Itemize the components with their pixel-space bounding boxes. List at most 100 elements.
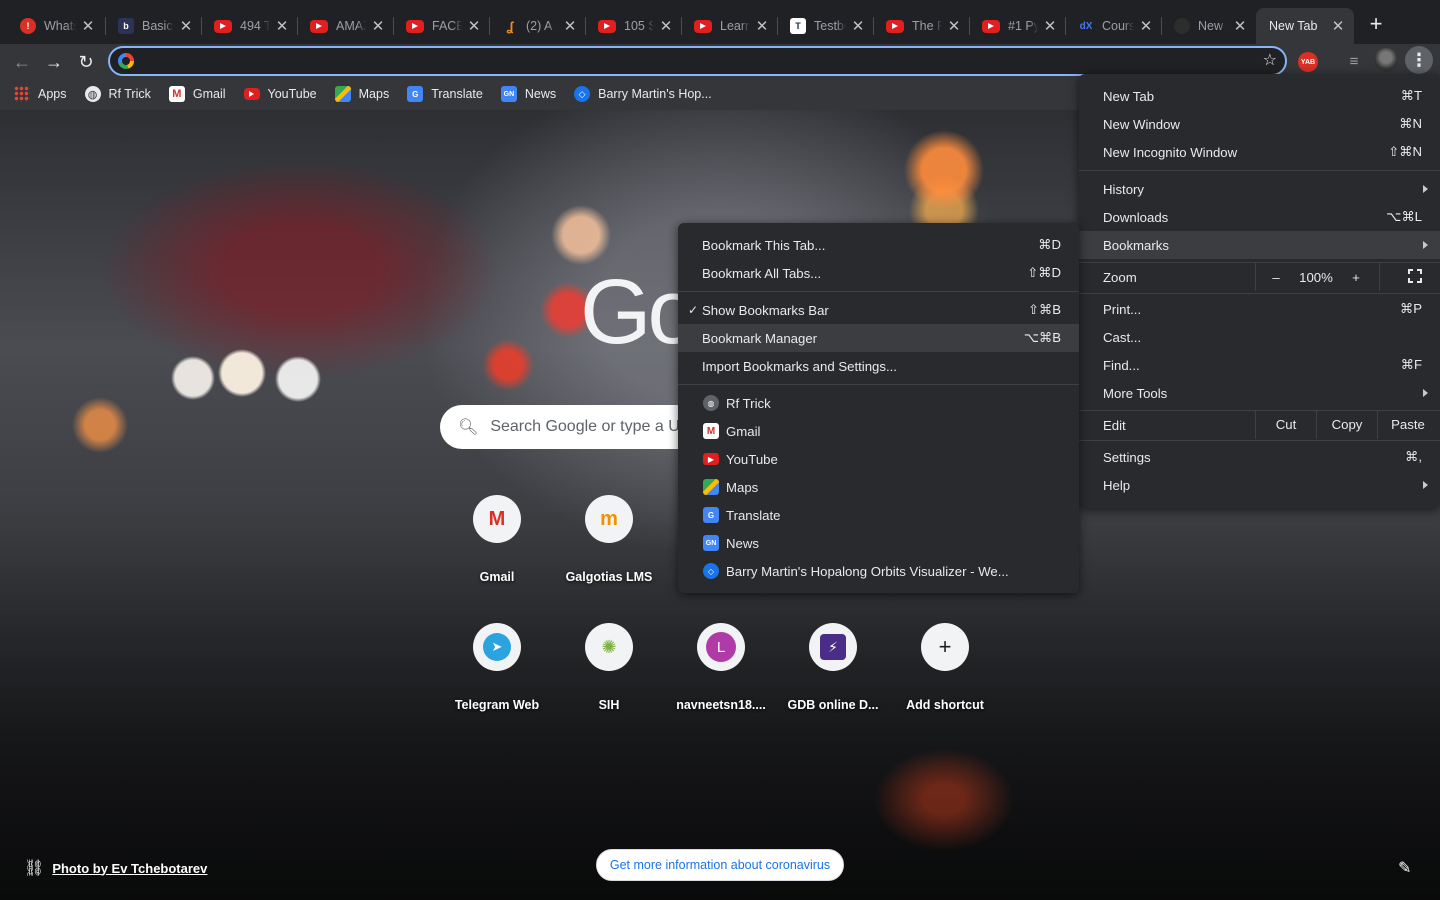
menu-item-shortcut: ⌥⌘B [1023,330,1061,345]
tab-1py[interactable]: #1 Py ✕ [970,8,1066,44]
maps-icon [334,86,351,102]
close-icon[interactable]: ✕ [80,17,96,35]
omnibox[interactable]: ☆ [108,46,1287,76]
tab-whatsapp[interactable]: ! WhatsApp ✕ [8,8,104,44]
submenu-bookmark-manager[interactable]: Bookmark Manager ⌥⌘B [678,324,1079,352]
cut-button[interactable]: Cut [1255,411,1316,439]
shortcut-add[interactable]: + Add shortcut [889,623,1001,712]
submenu-bookmark-barry-martin[interactable]: ◇ Barry Martin's Hopalong Orbits Visuali… [678,557,1079,585]
bookmark-rf-trick[interactable]: ◍ Rf Trick [84,86,151,102]
tab-amaz[interactable]: AMAZ ✕ [298,8,394,44]
close-icon[interactable]: ✕ [1042,17,1058,35]
fullscreen-icon[interactable] [1408,269,1422,283]
close-icon[interactable]: ✕ [562,17,578,35]
tab-the-p[interactable]: The P ✕ [874,8,970,44]
submenu-import-bookmarks[interactable]: Import Bookmarks and Settings... [678,352,1079,380]
tab-new-f[interactable]: New F ✕ [1162,8,1256,44]
bookmark-barry-martin[interactable]: ◇ Barry Martin's Hop... [574,86,712,102]
close-icon[interactable]: ✕ [1232,17,1248,35]
close-icon[interactable]: ✕ [754,17,770,35]
menu-help[interactable]: Help [1079,471,1440,499]
bookmark-youtube[interactable]: YouTube [243,87,317,101]
zoom-in-button[interactable]: + [1335,270,1377,285]
bookmark-star-icon[interactable]: ☆ [1263,50,1277,70]
shortcut-telegram-web[interactable]: ➤ Telegram Web [441,623,553,712]
tab-face[interactable]: FACE ✕ [394,8,490,44]
shortcut-galgotias-lms[interactable]: m Galgotias LMS [553,495,665,584]
copy-button[interactable]: Copy [1316,411,1377,439]
menu-new-window[interactable]: New Window ⌘N [1079,110,1440,138]
close-icon[interactable]: ✕ [850,17,866,35]
close-icon[interactable]: ✕ [1330,17,1346,35]
submenu-bookmark-news[interactable]: GN News [678,529,1079,557]
yab-extension-icon[interactable]: YAB [1298,52,1318,72]
tab-new-tab-active[interactable]: New Tab ✕ [1256,8,1354,44]
submenu-arrow-icon [1423,185,1428,193]
submenu-arrow-icon [1423,481,1428,489]
address-input[interactable] [144,52,1244,70]
menu-find[interactable]: Find... ⌘F [1079,351,1440,379]
profile-avatar[interactable] [1374,48,1398,72]
forward-arrow-icon[interactable]: → [40,48,68,76]
customize-pencil-icon[interactable]: ✎ [1398,858,1411,878]
close-icon[interactable]: ✕ [370,17,386,35]
bookmark-label: Rf Trick [108,87,151,101]
submenu-bookmark-all-tabs[interactable]: Bookmark All Tabs... ⇧⌘D [678,259,1079,287]
zoom-divider [1379,263,1380,291]
menu-kebab-icon[interactable]: ⋮ [1405,46,1433,74]
bookmark-maps[interactable]: Maps [334,86,389,102]
close-icon[interactable]: ✕ [178,17,194,35]
submenu-bookmark-rf-trick[interactable]: ◍ Rf Trick [678,389,1079,417]
tab-cours[interactable]: dX Cours ✕ [1066,8,1162,44]
media-queue-icon[interactable]: ≡ [1342,50,1366,72]
tab-title: #1 Py [1008,19,1038,33]
close-icon[interactable]: ✕ [946,17,962,35]
tab-494[interactable]: 494 T ✕ [202,8,298,44]
menu-downloads[interactable]: Downloads ⌥⌘L [1079,203,1440,231]
tab-105[interactable]: 105 S ✕ [586,8,682,44]
submenu-bookmark-gmail[interactable]: M Gmail [678,417,1079,445]
shortcut-sih[interactable]: ✺ SIH [553,623,665,712]
submenu-bookmark-youtube[interactable]: ▶ YouTube [678,445,1079,473]
tab-testbook[interactable]: T Testbook ✕ [778,8,874,44]
close-icon[interactable]: ✕ [274,17,290,35]
photo-credit-link[interactable]: ⛓ Photo by Ev Tchebotarev [24,858,207,878]
menu-cast[interactable]: Cast... [1079,323,1440,351]
bookmark-translate[interactable]: G Translate [407,86,483,102]
reload-icon[interactable]: ↻ [72,48,100,76]
submenu-show-bookmarks-bar[interactable]: ✓ Show Bookmarks Bar ⇧⌘B [678,296,1079,324]
submenu-bookmark-maps[interactable]: Maps [678,473,1079,501]
close-icon[interactable]: ✕ [1138,17,1154,35]
menu-new-incognito-window[interactable]: New Incognito Window ⇧⌘N [1079,138,1440,166]
menu-settings[interactable]: Settings ⌘, [1079,443,1440,471]
menu-history[interactable]: History [1079,175,1440,203]
coronavirus-info-button[interactable]: Get more information about coronavirus [596,849,844,881]
zoom-out-button[interactable]: – [1255,270,1297,285]
menu-new-tab[interactable]: New Tab ⌘T [1079,82,1440,110]
shortcut-navneetsn18[interactable]: L navneetsn18.... [665,623,777,712]
bookmark-apps[interactable]: Apps [14,86,67,102]
barry-icon: ◇ [703,563,719,579]
bookmark-news[interactable]: GN News [500,86,556,102]
menu-item-label: Bookmark This Tab... [702,237,826,253]
tab-basic[interactable]: b Basic ✕ [106,8,202,44]
submenu-bookmark-translate[interactable]: G Translate [678,501,1079,529]
menu-more-tools[interactable]: More Tools [1079,379,1440,407]
youtube-icon [406,19,424,33]
tab-learn[interactable]: Learn ✕ [682,8,778,44]
bookmark-gmail[interactable]: M Gmail [168,86,226,102]
menu-item-label: Bookmark All Tabs... [702,265,822,281]
paste-button[interactable]: Paste [1377,411,1438,439]
close-icon[interactable]: ✕ [466,17,482,35]
tab-2a[interactable]: ʆ (2) A ✕ [490,8,586,44]
shortcut-gdb-online[interactable]: ⚡ GDB online D... [777,623,889,712]
close-icon[interactable]: ✕ [658,17,674,35]
shortcut-gmail[interactable]: M Gmail [441,495,553,584]
back-arrow-icon[interactable]: ← [8,48,36,76]
new-tab-plus-icon[interactable]: + [1364,12,1388,36]
menu-item-label: Find... [1103,357,1140,373]
menu-bookmarks[interactable]: Bookmarks [1079,231,1440,259]
submenu-bookmark-this-tab[interactable]: Bookmark This Tab... ⌘D [678,231,1079,259]
menu-print[interactable]: Print... ⌘P [1079,295,1440,323]
maps-icon [703,479,719,495]
